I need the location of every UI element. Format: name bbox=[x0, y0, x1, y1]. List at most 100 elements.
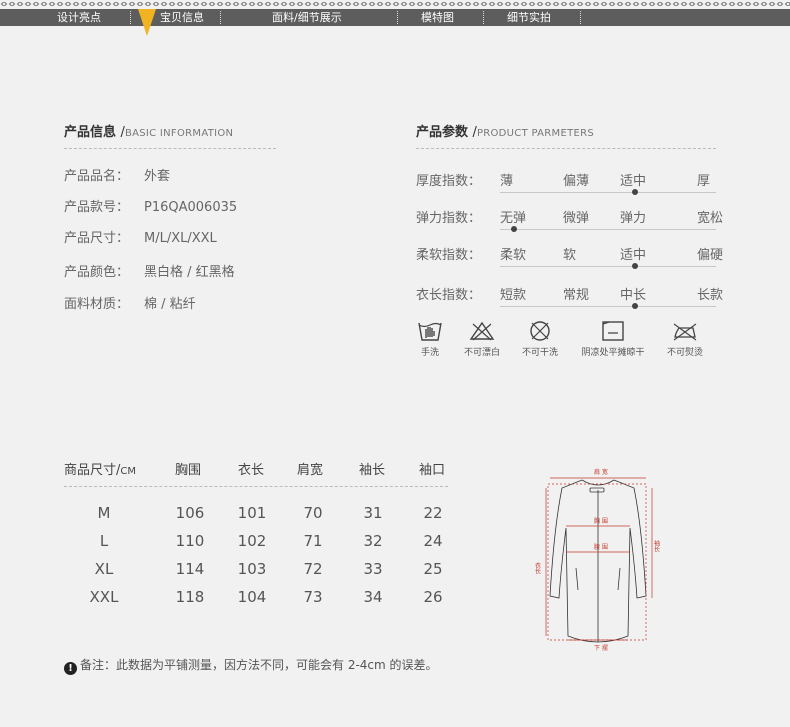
param-softness-label: 柔软指数： bbox=[416, 248, 482, 263]
size-table-cell: XL bbox=[94, 560, 114, 578]
size-table-cell: 101 bbox=[237, 504, 267, 522]
nav-separator bbox=[483, 11, 484, 24]
param-scale-line bbox=[500, 306, 716, 307]
size-table-header-chest: 胸围 bbox=[175, 463, 202, 478]
size-table-cell: 26 bbox=[423, 588, 443, 606]
diagram-sleeve-label: 袖长 bbox=[653, 539, 660, 553]
nav-product-info[interactable]: 宝贝信息 bbox=[160, 9, 204, 26]
parameters-subtitle: PRODUCT PARMETERS bbox=[476, 128, 595, 139]
size-table-cell: 106 bbox=[175, 504, 205, 522]
info-row-material: 面料材质：棉 / 粘纤 bbox=[64, 297, 196, 312]
active-nav-pointer-icon bbox=[138, 9, 156, 36]
coat-outline bbox=[549, 479, 647, 643]
param-length-label: 衣长指数： bbox=[416, 288, 482, 303]
param-option: 柔软 bbox=[500, 248, 527, 263]
size-table-header-cuff: 袖口 bbox=[419, 463, 446, 478]
param-selected-dot bbox=[511, 226, 517, 232]
param-selected-dot bbox=[632, 303, 638, 309]
diagram-length-label: 衣长 bbox=[534, 561, 541, 575]
basic-info-title-text: 产品信息 bbox=[64, 125, 117, 140]
diagram-chest-label: 胸 围 bbox=[594, 517, 608, 525]
size-table-cell: 114 bbox=[175, 560, 205, 578]
size-table-header-sleeve: 袖长 bbox=[359, 463, 386, 478]
nav-bar: 设计亮点 宝贝信息 面料/细节展示 模特图 细节实拍 bbox=[0, 9, 790, 26]
info-row-color: 产品颜色： 黑白格 / 红黑格 bbox=[64, 265, 235, 280]
nav-detail-photos[interactable]: 细节实拍 bbox=[507, 9, 551, 26]
care-label: 不可漂白 bbox=[463, 348, 500, 358]
nav-separator bbox=[397, 11, 398, 24]
size-table-cell: 71 bbox=[303, 532, 323, 550]
size-table-header-shoulder: 肩宽 bbox=[297, 463, 324, 478]
param-thickness-label: 厚度指数： bbox=[416, 174, 482, 189]
size-table-cell: 31 bbox=[363, 504, 383, 522]
chain-border bbox=[0, 0, 790, 8]
size-table-cell: 22 bbox=[423, 504, 443, 522]
divider bbox=[64, 486, 448, 487]
size-table-cell: 72 bbox=[303, 560, 323, 578]
care-label: 阴凉处平摊晾干 bbox=[581, 348, 645, 358]
param-option: 常规 bbox=[563, 288, 590, 303]
size-table-cell: 104 bbox=[237, 588, 267, 606]
param-option: 长款 bbox=[697, 288, 724, 303]
garment-measurement-diagram: 肩 宽 胸 围 腰 围 下 摆 衣长 袖长 bbox=[534, 468, 660, 652]
size-table-cell: 32 bbox=[363, 532, 383, 550]
param-option: 薄 bbox=[500, 174, 514, 189]
care-label: 不可熨烫 bbox=[666, 348, 703, 358]
nav-design-highlights[interactable]: 设计亮点 bbox=[57, 9, 101, 26]
param-selected-dot bbox=[632, 263, 638, 269]
size-table-cell: XXL bbox=[89, 588, 119, 606]
divider bbox=[64, 148, 276, 149]
nav-separator bbox=[580, 11, 581, 24]
shade-flat-dry-icon bbox=[602, 321, 624, 341]
basic-info-title: 产品信息 /BASIC INFORMATION bbox=[64, 125, 234, 140]
parameters-title-text: 产品参数 bbox=[416, 125, 469, 140]
size-table-cell: 33 bbox=[363, 560, 383, 578]
param-option: 适中 bbox=[620, 174, 647, 189]
measurement-lines bbox=[545, 477, 653, 641]
param-elasticity-label: 弹力指数： bbox=[416, 211, 482, 226]
no-tumble-dry-icon bbox=[530, 321, 550, 341]
param-option: 中长 bbox=[620, 288, 647, 303]
diagram-hem-label: 下 摆 bbox=[594, 644, 608, 652]
top-nav: 设计亮点 宝贝信息 面料/细节展示 模特图 细节实拍 bbox=[0, 0, 790, 36]
size-table-cell: 102 bbox=[237, 532, 267, 550]
param-option: 短款 bbox=[500, 288, 527, 303]
param-option: 微弹 bbox=[563, 211, 590, 226]
size-table-cell: 70 bbox=[303, 504, 323, 522]
param-option: 弹力 bbox=[620, 211, 647, 226]
param-selected-dot bbox=[632, 189, 638, 195]
size-table-header-length: 衣长 bbox=[238, 463, 265, 478]
size-table-cell: 110 bbox=[175, 532, 205, 550]
param-scale-line bbox=[500, 192, 716, 193]
size-table-cell: 34 bbox=[363, 588, 383, 606]
param-option: 适中 bbox=[620, 248, 647, 263]
info-row-name: 产品品名： 外套 bbox=[64, 169, 171, 184]
info-row-size: 产品尺寸： M/L/XL/XXL bbox=[64, 231, 217, 246]
nav-separator bbox=[220, 11, 221, 24]
care-no-tumble-dry: 不可干洗 bbox=[516, 320, 564, 358]
size-table-cell: L bbox=[99, 532, 109, 550]
measurement-note: ! 备注：此数据为平铺测量，因方法不同，可能会有 2-4cm 的误差。 bbox=[64, 656, 438, 675]
care-label: 手洗 bbox=[420, 348, 439, 358]
nav-model-photos[interactable]: 模特图 bbox=[421, 9, 454, 26]
diagram-waist-label: 腰 围 bbox=[594, 544, 608, 551]
nav-fabric-details[interactable]: 面料/细节展示 bbox=[272, 9, 342, 26]
param-option: 偏薄 bbox=[563, 174, 590, 189]
care-label: 不可干洗 bbox=[521, 348, 558, 358]
param-scale-line bbox=[500, 229, 716, 230]
no-bleach-icon bbox=[469, 321, 495, 341]
basic-info-subtitle: BASIC INFORMATION bbox=[124, 128, 234, 139]
care-no-iron: 不可熨烫 bbox=[660, 320, 710, 358]
no-iron-icon bbox=[673, 323, 697, 341]
param-option: 无弹 bbox=[500, 211, 527, 226]
diagram-shoulder-label: 肩 宽 bbox=[594, 468, 608, 476]
size-table-cell: 24 bbox=[423, 532, 443, 550]
nav-separator bbox=[130, 11, 131, 24]
size-table-header-size: 商品尺寸/CM bbox=[64, 463, 137, 478]
parameters-title: 产品参数 /PRODUCT PARMETERS bbox=[416, 125, 595, 140]
param-scale-line bbox=[500, 266, 716, 267]
size-table-cell: 103 bbox=[237, 560, 267, 578]
size-table-cell: 118 bbox=[175, 588, 205, 606]
info-row-style-number: 产品款号： P16QA006035 bbox=[64, 200, 238, 215]
size-table-cell: 73 bbox=[303, 588, 323, 606]
